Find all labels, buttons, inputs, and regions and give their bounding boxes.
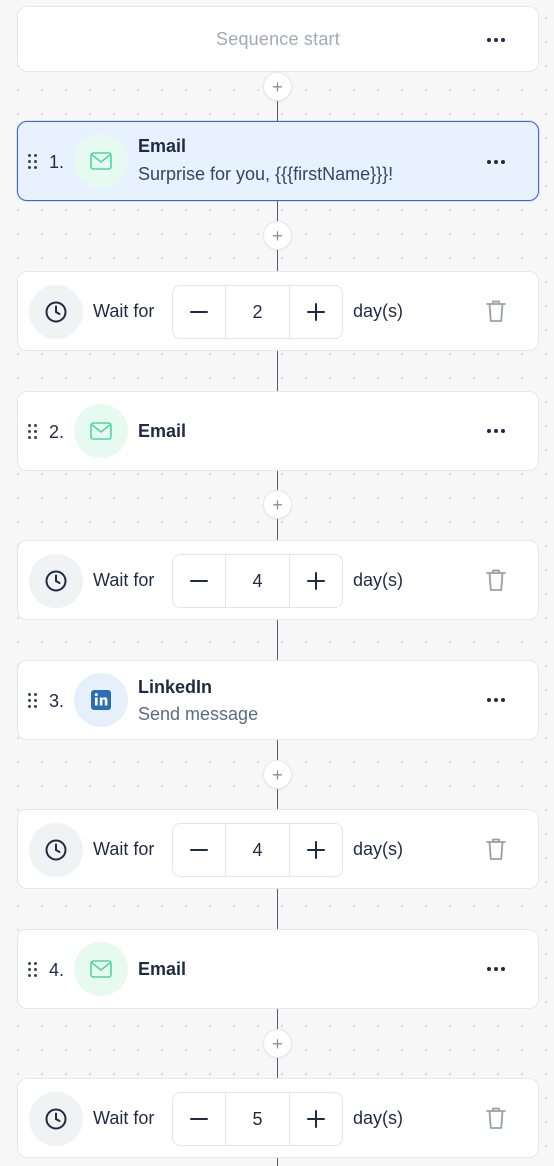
trash-icon bbox=[486, 569, 506, 591]
sequence-start-more-button[interactable] bbox=[484, 28, 508, 52]
mail-icon bbox=[74, 942, 128, 996]
delete-wait-button[interactable] bbox=[484, 298, 508, 324]
step-more-button[interactable] bbox=[484, 957, 508, 981]
delete-wait-button[interactable] bbox=[484, 1105, 508, 1131]
add-step-button[interactable]: + bbox=[263, 490, 292, 519]
wait-days-stepper: 4 bbox=[172, 554, 343, 608]
wait-card-1: Wait for 2 day(s) bbox=[17, 271, 539, 351]
minus-icon bbox=[190, 1118, 208, 1120]
wait-days-value[interactable]: 5 bbox=[225, 1093, 290, 1145]
add-step-button[interactable]: + bbox=[263, 1029, 292, 1058]
increment-button[interactable] bbox=[290, 286, 342, 338]
plus-icon bbox=[307, 303, 325, 321]
wait-days-value[interactable]: 2 bbox=[225, 286, 290, 338]
wait-unit: day(s) bbox=[353, 1108, 404, 1128]
wait-label: Wait for bbox=[93, 570, 155, 590]
minus-icon bbox=[190, 311, 208, 313]
wait-label: Wait for bbox=[93, 301, 155, 321]
step-subtitle: Surprise for you, {{{firstName}}}! bbox=[138, 164, 394, 184]
mail-icon bbox=[74, 134, 128, 188]
wait-unit: day(s) bbox=[353, 570, 404, 590]
plus-icon bbox=[307, 572, 325, 590]
more-horizontal-icon bbox=[487, 38, 491, 42]
delete-wait-button[interactable] bbox=[484, 836, 508, 862]
step-number: 3. bbox=[49, 691, 65, 711]
wait-label: Wait for bbox=[93, 1108, 155, 1128]
drag-handle-icon[interactable] bbox=[27, 153, 39, 169]
trash-icon bbox=[486, 1107, 506, 1129]
step-card-1[interactable]: 1. Email Surprise for you, {{{firstName}… bbox=[17, 121, 539, 201]
add-step-button[interactable]: + bbox=[263, 72, 292, 101]
more-horizontal-icon bbox=[487, 429, 491, 433]
step-more-button[interactable] bbox=[484, 150, 508, 174]
plus-icon: + bbox=[272, 764, 283, 785]
add-step-button[interactable]: + bbox=[263, 221, 292, 250]
increment-button[interactable] bbox=[290, 824, 342, 876]
step-more-button[interactable] bbox=[484, 419, 508, 443]
sequence-start-card: Sequence start bbox=[17, 6, 539, 72]
add-step-button[interactable]: + bbox=[263, 760, 292, 789]
decrement-button[interactable] bbox=[173, 1093, 225, 1145]
minus-icon bbox=[190, 849, 208, 851]
plus-icon bbox=[307, 841, 325, 859]
drag-handle-icon[interactable] bbox=[27, 423, 39, 439]
plus-icon: + bbox=[272, 76, 283, 97]
mail-icon bbox=[74, 404, 128, 458]
clock-icon bbox=[29, 1092, 83, 1146]
wait-label: Wait for bbox=[93, 839, 155, 859]
minus-icon bbox=[190, 580, 208, 582]
wait-days-value[interactable]: 4 bbox=[225, 824, 290, 876]
more-horizontal-icon bbox=[487, 967, 491, 971]
clock-icon bbox=[29, 823, 83, 877]
clock-icon bbox=[29, 554, 83, 608]
wait-days-stepper: 2 bbox=[172, 285, 343, 339]
wait-card-4: Wait for 5 day(s) bbox=[17, 1078, 539, 1158]
drag-handle-icon[interactable] bbox=[27, 961, 39, 977]
wait-days-value[interactable]: 4 bbox=[225, 555, 290, 607]
step-number: 1. bbox=[49, 152, 65, 172]
step-title: Email bbox=[138, 959, 187, 979]
step-card-4[interactable]: 4. Email bbox=[17, 929, 539, 1009]
wait-days-stepper: 4 bbox=[172, 823, 343, 877]
step-more-button[interactable] bbox=[484, 688, 508, 712]
step-card-3[interactable]: 3. LinkedIn Send message bbox=[17, 660, 539, 740]
wait-card-2: Wait for 4 day(s) bbox=[17, 540, 539, 620]
increment-button[interactable] bbox=[290, 1093, 342, 1145]
step-title: Email bbox=[138, 136, 187, 156]
wait-unit: day(s) bbox=[353, 839, 404, 859]
decrement-button[interactable] bbox=[173, 824, 225, 876]
increment-button[interactable] bbox=[290, 555, 342, 607]
trash-icon bbox=[486, 838, 506, 860]
trash-icon bbox=[486, 300, 506, 322]
drag-handle-icon[interactable] bbox=[27, 692, 39, 708]
step-card-2[interactable]: 2. Email bbox=[17, 391, 539, 471]
more-horizontal-icon bbox=[487, 698, 491, 702]
step-subtitle: Send message bbox=[138, 704, 259, 724]
linkedin-icon bbox=[74, 673, 128, 727]
sequence-start-label: Sequence start bbox=[216, 29, 340, 49]
plus-icon bbox=[307, 1110, 325, 1128]
plus-icon: + bbox=[272, 1033, 283, 1054]
step-title: LinkedIn bbox=[138, 677, 213, 697]
wait-card-3: Wait for 4 day(s) bbox=[17, 809, 539, 889]
wait-days-stepper: 5 bbox=[172, 1092, 343, 1146]
step-number: 2. bbox=[49, 422, 65, 442]
wait-unit: day(s) bbox=[353, 301, 404, 321]
plus-icon: + bbox=[272, 494, 283, 515]
decrement-button[interactable] bbox=[173, 286, 225, 338]
plus-icon: + bbox=[272, 225, 283, 246]
more-horizontal-icon bbox=[487, 160, 491, 164]
step-title: Email bbox=[138, 421, 187, 441]
clock-icon bbox=[29, 285, 83, 339]
step-number: 4. bbox=[49, 960, 65, 980]
decrement-button[interactable] bbox=[173, 555, 225, 607]
delete-wait-button[interactable] bbox=[484, 567, 508, 593]
